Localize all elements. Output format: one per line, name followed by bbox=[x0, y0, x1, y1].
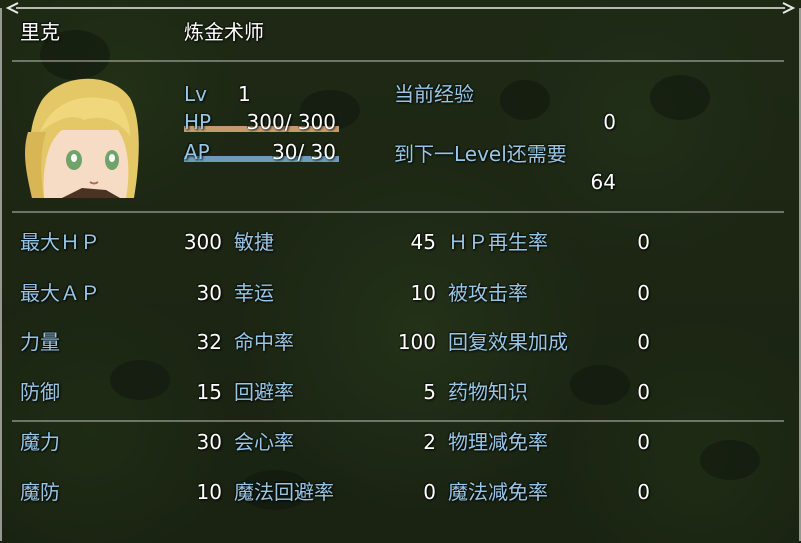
param-value: 300 bbox=[183, 230, 222, 254]
param-value: 0 bbox=[637, 380, 650, 404]
param-label: 防御 bbox=[20, 380, 60, 404]
param-value: 30 bbox=[196, 281, 222, 305]
param-label: 最大ＨＰ bbox=[20, 230, 100, 254]
param-value: 2 bbox=[423, 430, 436, 454]
param-label: 回避率 bbox=[234, 380, 294, 404]
param-label: ＨＰ再生率 bbox=[448, 230, 548, 254]
param-label: 力量 bbox=[20, 330, 60, 354]
param-value: 30 bbox=[196, 430, 222, 454]
exp-current-label: 当前经验 bbox=[394, 82, 474, 106]
param-value: 0 bbox=[423, 480, 436, 504]
portrait-icon bbox=[25, 78, 139, 198]
param-label: 物理减免率 bbox=[448, 430, 548, 454]
level-value: 1 bbox=[238, 82, 251, 106]
param-value: 45 bbox=[410, 230, 436, 254]
level-label: Lv bbox=[184, 82, 207, 106]
window-frame-left bbox=[0, 8, 2, 541]
param-label: 幸运 bbox=[234, 281, 274, 305]
param-value: 10 bbox=[410, 281, 436, 305]
divider-magic bbox=[12, 420, 784, 422]
param-label: 魔力 bbox=[20, 430, 60, 454]
status-window: 里克 炼金术师 Lv 1 HP 300/ 300 AP 30/ 30 当前经验 … bbox=[0, 0, 801, 543]
param-label: 回复效果加成 bbox=[448, 330, 568, 354]
param-label: 魔防 bbox=[20, 480, 60, 504]
param-value: 0 bbox=[637, 230, 650, 254]
actor-name: 里克 bbox=[20, 20, 60, 44]
divider-params bbox=[12, 211, 784, 213]
ap-value: 30/ 30 bbox=[272, 140, 336, 164]
ap-label: AP bbox=[184, 140, 210, 164]
param-label: 药物知识 bbox=[448, 380, 528, 404]
param-label: 会心率 bbox=[234, 430, 294, 454]
window-frame-top bbox=[5, 2, 796, 14]
param-value: 100 bbox=[397, 330, 436, 354]
param-label: 魔法减免率 bbox=[448, 480, 548, 504]
exp-current-value: 0 bbox=[603, 110, 616, 134]
param-label: 最大ＡＰ bbox=[20, 281, 100, 305]
param-value: 0 bbox=[637, 281, 650, 305]
param-value: 0 bbox=[637, 330, 650, 354]
param-label: 被攻击率 bbox=[448, 281, 528, 305]
actor-class: 炼金术师 bbox=[184, 20, 264, 44]
param-label: 魔法回避率 bbox=[234, 480, 334, 504]
divider-header bbox=[12, 60, 784, 62]
map-background: 里克 炼金术师 Lv 1 HP 300/ 300 AP 30/ 30 当前经验 … bbox=[0, 0, 801, 543]
param-value: 15 bbox=[196, 380, 222, 404]
param-value: 0 bbox=[637, 430, 650, 454]
exp-next-value: 64 bbox=[590, 170, 616, 194]
param-value: 10 bbox=[196, 480, 222, 504]
param-label: 敏捷 bbox=[234, 230, 274, 254]
param-value: 5 bbox=[423, 380, 436, 404]
hp-value: 300/ 300 bbox=[246, 110, 336, 134]
param-value: 0 bbox=[637, 480, 650, 504]
param-value: 32 bbox=[196, 330, 222, 354]
hp-label: HP bbox=[184, 110, 212, 134]
exp-next-label: 到下一Level还需要 bbox=[394, 142, 567, 166]
param-label: 命中率 bbox=[234, 330, 294, 354]
